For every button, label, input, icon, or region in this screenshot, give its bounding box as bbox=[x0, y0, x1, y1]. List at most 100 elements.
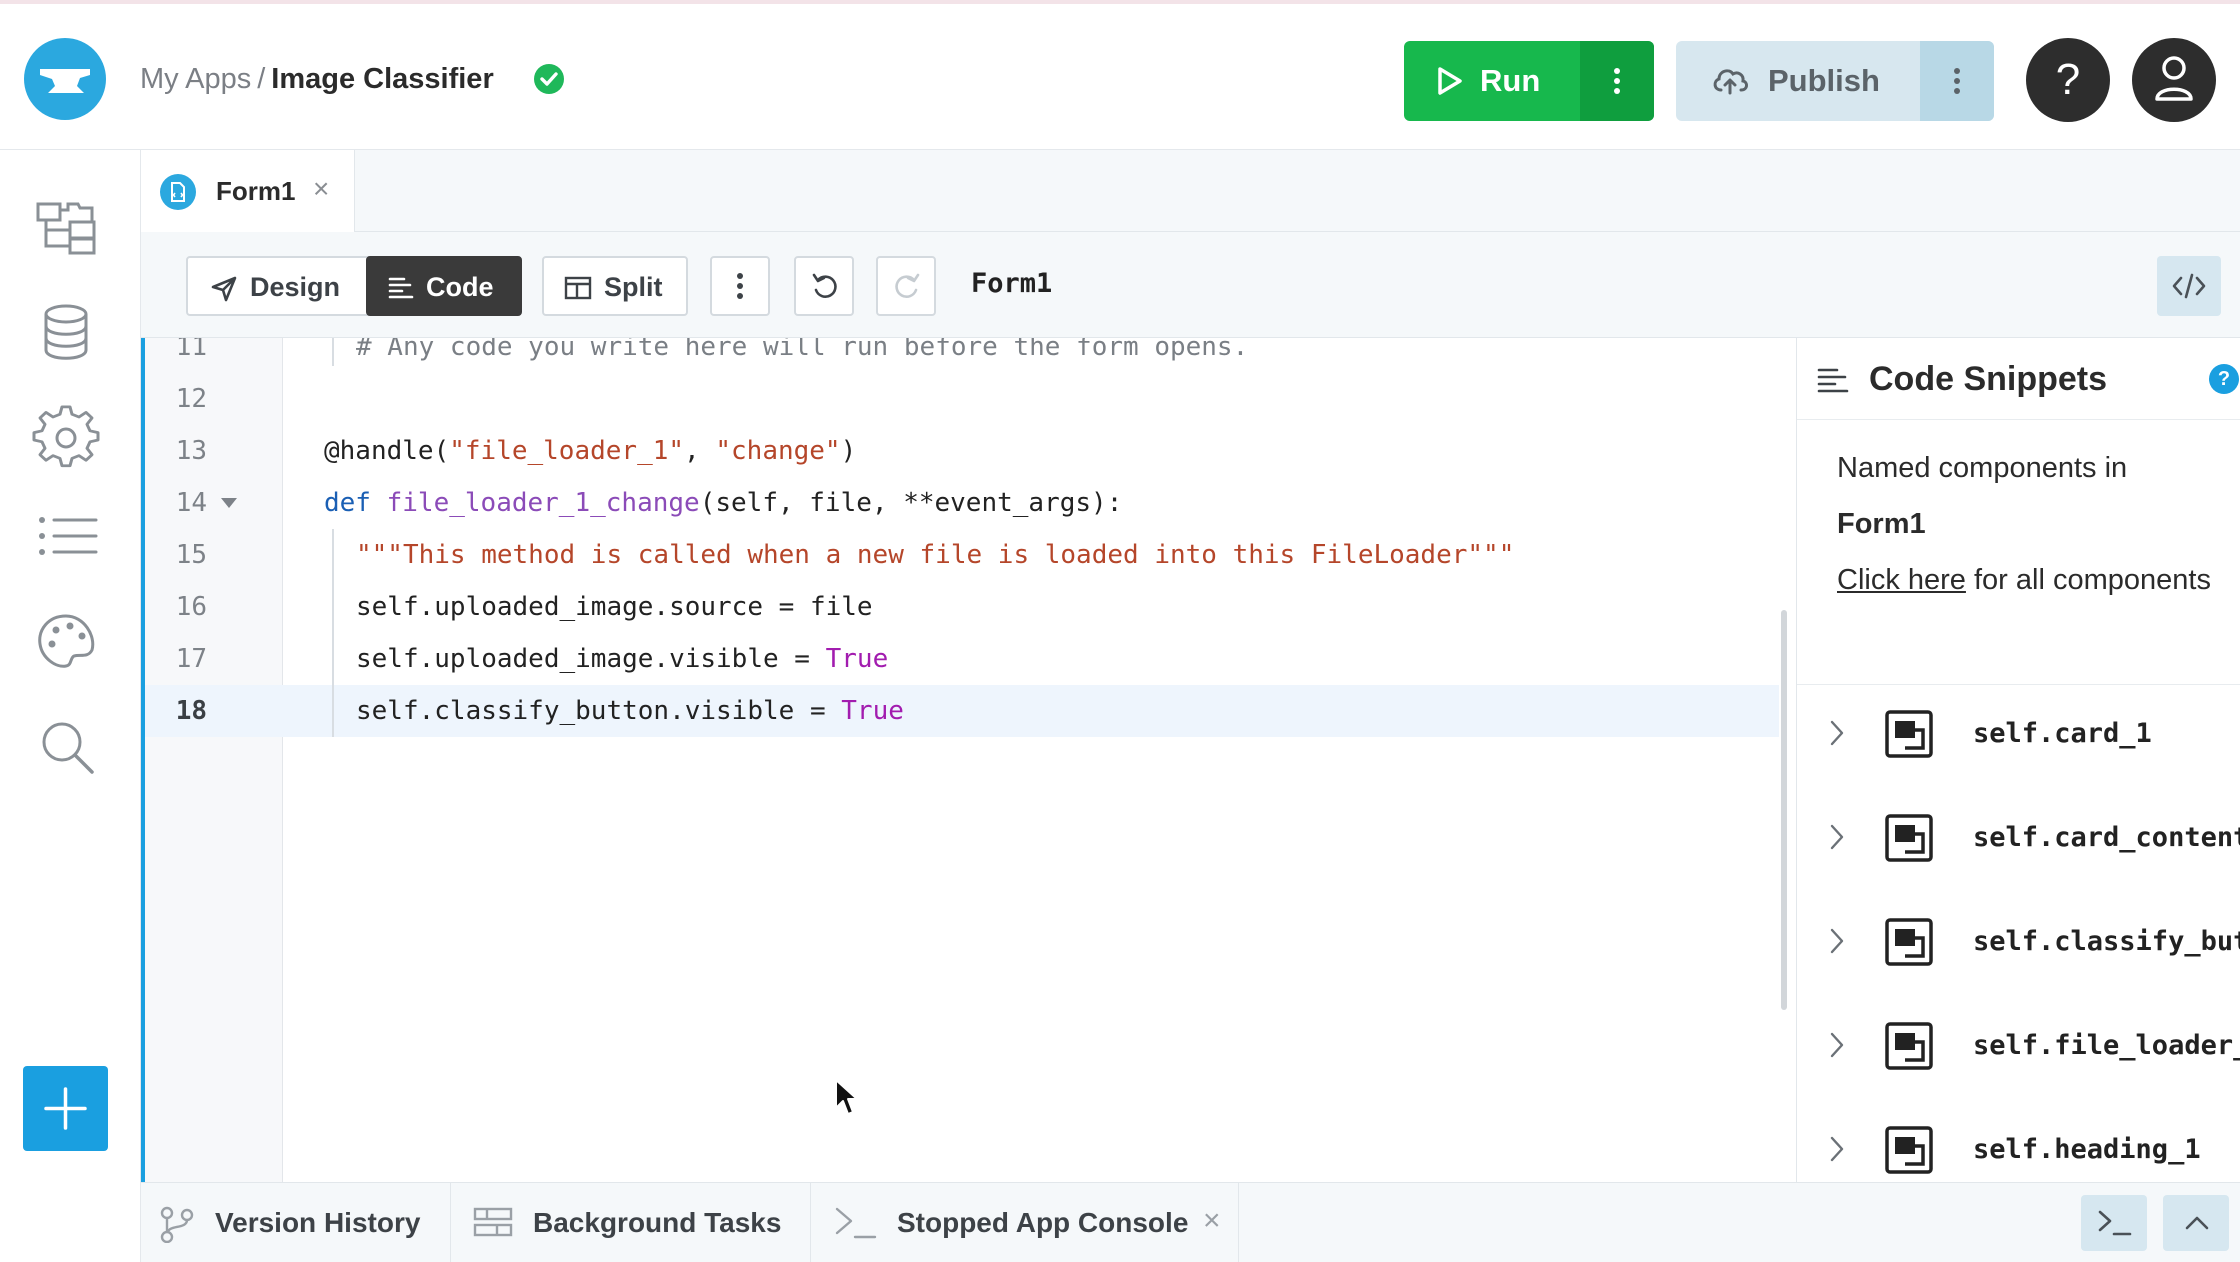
close-console-icon[interactable]: × bbox=[1203, 1203, 1221, 1239]
design-label: Design bbox=[250, 272, 341, 302]
code-punctuation: , bbox=[684, 436, 716, 466]
description-text: Named components in bbox=[1837, 452, 2128, 484]
card-component-icon bbox=[1885, 918, 1933, 966]
code-lines-icon bbox=[388, 277, 414, 299]
split-label: Split bbox=[604, 272, 663, 302]
code-line-active[interactable]: 18 self.classify_button.visible = True bbox=[145, 685, 1779, 737]
snippet-item[interactable]: self.card_content_panel bbox=[1797, 788, 2240, 892]
settings-icon[interactable] bbox=[30, 400, 102, 472]
undo-button[interactable] bbox=[794, 256, 854, 316]
publish-options-button[interactable] bbox=[1920, 41, 1994, 121]
all-components-link[interactable]: Click here bbox=[1837, 564, 1966, 596]
line-number: 12 bbox=[175, 384, 207, 414]
code-line[interactable]: 13 @handle("file_loader_1", "change") bbox=[145, 425, 1779, 477]
form-file-icon bbox=[160, 174, 196, 210]
code-label: Code bbox=[426, 272, 494, 302]
snippet-label: self.card_1 bbox=[1973, 718, 2152, 749]
code-line[interactable]: 15 """This method is called when a new f… bbox=[145, 529, 1779, 581]
terminal-prompt-icon bbox=[2098, 1210, 2132, 1236]
code-line[interactable]: 16 self.uploaded_image.source = file bbox=[145, 581, 1779, 633]
snippet-label: self.classify_button bbox=[1973, 926, 2240, 957]
paper-plane-icon bbox=[211, 276, 237, 302]
mouse-pointer-icon bbox=[835, 1079, 858, 1115]
code-text: self.classify_button.visible = True bbox=[356, 694, 904, 728]
code-editor[interactable]: 11 # Any code you write here will run be… bbox=[141, 338, 1796, 1182]
user-account-button[interactable] bbox=[2132, 38, 2216, 122]
run-button-group: Run bbox=[1404, 41, 1654, 121]
publish-label: Publish bbox=[1768, 63, 1880, 98]
app-browser-icon[interactable] bbox=[30, 192, 102, 264]
bottom-panel-bar: Version History Background Tasks Stopped… bbox=[141, 1182, 2240, 1262]
run-options-button[interactable] bbox=[1580, 41, 1654, 121]
run-button[interactable]: Run bbox=[1404, 41, 1580, 121]
snippet-item[interactable]: self.card_1 bbox=[1797, 684, 2240, 788]
code-line[interactable]: 17 self.uploaded_image.visible = True bbox=[145, 633, 1779, 685]
code-keyword: def bbox=[324, 488, 387, 518]
snippet-item[interactable]: self.classify_button bbox=[1797, 892, 2240, 996]
tasks-icon bbox=[473, 1207, 513, 1237]
background-tasks-tab[interactable]: Background Tasks bbox=[451, 1183, 811, 1262]
form-title: Form1 bbox=[971, 268, 1053, 299]
publish-button-group: Publish bbox=[1676, 41, 1994, 121]
left-sidebar bbox=[0, 150, 141, 1262]
fold-arrow-icon[interactable] bbox=[221, 498, 237, 508]
version-history-tab[interactable]: Version History bbox=[141, 1183, 451, 1262]
redo-button[interactable] bbox=[876, 256, 936, 316]
indent-guide bbox=[332, 529, 334, 737]
chevron-right-icon bbox=[1830, 928, 1844, 954]
more-vertical-icon bbox=[1954, 68, 1960, 94]
publish-button[interactable]: Publish bbox=[1676, 41, 1920, 121]
cloud-upload-icon bbox=[1713, 69, 1748, 95]
editor-toolbar: Design Code Split Form1 bbox=[141, 232, 2240, 338]
lines-icon bbox=[1817, 368, 1849, 393]
list-icon[interactable] bbox=[30, 502, 102, 574]
editor-scrollbar[interactable] bbox=[1781, 610, 1787, 1010]
chevron-right-icon bbox=[1830, 1136, 1844, 1162]
run-label: Run bbox=[1480, 63, 1541, 98]
line-number: 15 bbox=[175, 540, 207, 570]
snippet-item[interactable]: self.file_loader_1 bbox=[1797, 996, 2240, 1100]
snippet-item[interactable]: self.heading_1 bbox=[1797, 1100, 2240, 1182]
design-view-button[interactable]: Design bbox=[186, 256, 384, 316]
code-text: self.uploaded_image.source = file bbox=[356, 592, 873, 622]
code-text: def file_loader_1_change(self, file, **e… bbox=[324, 486, 1122, 520]
split-columns-icon bbox=[564, 276, 592, 300]
top-header: My Apps / Image Classifier Run Publish ? bbox=[0, 0, 2240, 150]
more-vertical-icon bbox=[737, 273, 743, 299]
tab-form1[interactable]: Form1 × bbox=[141, 150, 355, 232]
background-tasks-label: Background Tasks bbox=[533, 1207, 782, 1238]
toggle-code-panel-button[interactable] bbox=[2157, 256, 2221, 316]
open-terminal-button[interactable] bbox=[2081, 1195, 2147, 1251]
close-tab-icon[interactable]: × bbox=[313, 172, 329, 206]
split-view-button[interactable]: Split bbox=[542, 256, 688, 316]
anvil-logo-icon[interactable] bbox=[24, 38, 106, 120]
help-icon[interactable]: ? bbox=[2209, 364, 2239, 394]
database-icon[interactable] bbox=[30, 296, 102, 368]
help-button[interactable]: ? bbox=[2026, 38, 2110, 122]
plus-icon bbox=[44, 1087, 87, 1130]
code-line[interactable]: 14 def file_loader_1_change(self, file, … bbox=[145, 477, 1779, 529]
code-brackets-icon bbox=[2172, 273, 2206, 299]
check-circle-icon bbox=[534, 64, 564, 94]
line-number: 11 bbox=[175, 338, 207, 362]
app-name[interactable]: Image Classifier bbox=[271, 63, 493, 95]
breadcrumb-my-apps[interactable]: My Apps bbox=[140, 63, 251, 95]
palette-icon[interactable] bbox=[30, 606, 102, 678]
snippet-label: self.heading_1 bbox=[1973, 1134, 2201, 1165]
search-icon[interactable] bbox=[30, 710, 102, 782]
add-component-button[interactable] bbox=[23, 1066, 108, 1151]
more-options-button[interactable] bbox=[710, 256, 770, 316]
code-line[interactable]: 12 bbox=[145, 373, 1779, 425]
card-component-icon bbox=[1885, 1126, 1933, 1174]
snippets-title: Code Snippets bbox=[1869, 360, 2108, 398]
redo-icon bbox=[895, 273, 920, 298]
code-line[interactable]: 11 # Any code you write here will run be… bbox=[145, 338, 1779, 373]
code-function-name: file_loader_1_change bbox=[386, 488, 700, 518]
card-component-icon bbox=[1885, 710, 1933, 758]
app-console-tab[interactable]: Stopped App Console × bbox=[811, 1183, 1239, 1262]
breadcrumb: My Apps / Image Classifier bbox=[140, 60, 494, 98]
expand-panel-button[interactable] bbox=[2163, 1195, 2229, 1251]
code-view-button[interactable]: Code bbox=[366, 256, 522, 316]
code-statement: self.classify_button.visible = bbox=[356, 696, 842, 726]
snippets-description: Named components in Form1 Click here for… bbox=[1837, 440, 2227, 608]
